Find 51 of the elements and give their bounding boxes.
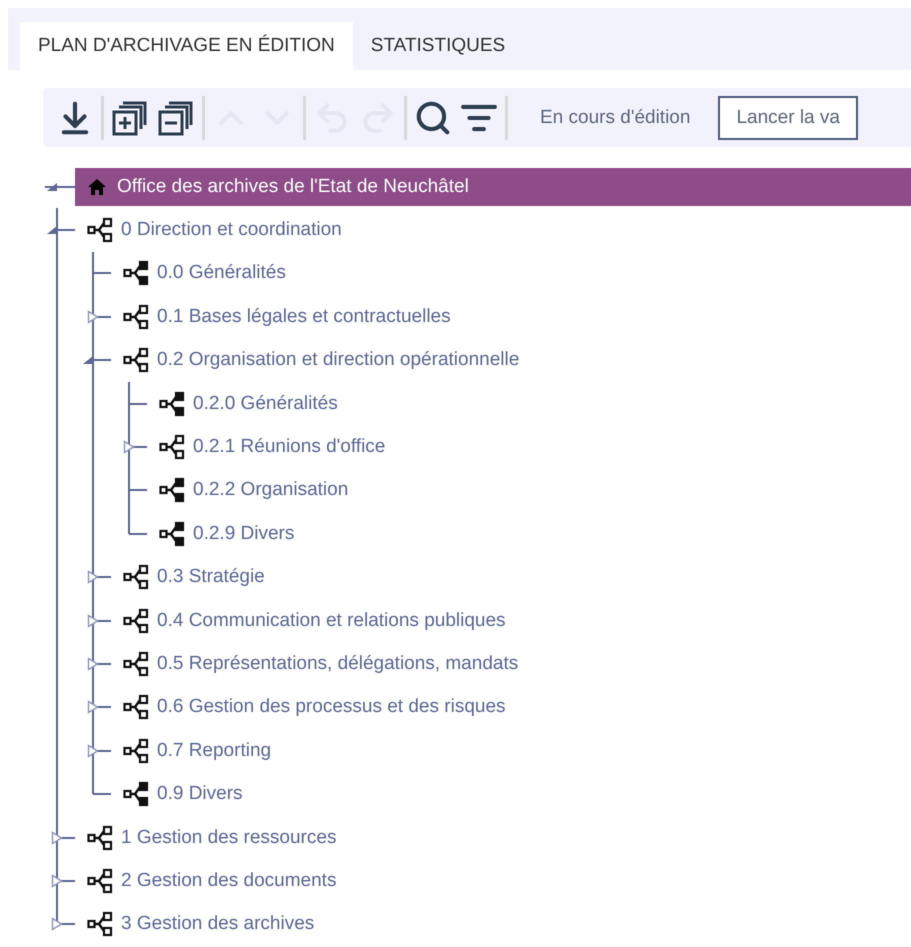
hierarchy-icon <box>123 304 149 330</box>
tree-node-label[interactable]: 0.3 Stratégie <box>157 566 265 588</box>
hierarchy-icon <box>123 694 149 720</box>
hierarchy-filled-icon <box>159 390 185 417</box>
expand-triangle-icon[interactable] <box>51 917 63 932</box>
expand-triangle-icon[interactable] <box>87 700 99 714</box>
expand-triangle-icon[interactable] <box>123 440 135 454</box>
status-label: En cours d'édition <box>540 106 690 128</box>
tab[interactable]: PLAN D'ARCHIVAGE EN ÉDITION <box>20 22 353 70</box>
hierarchy-icon <box>87 824 113 851</box>
expand-triangle-icon[interactable] <box>51 830 63 845</box>
expand-triangle-icon[interactable] <box>51 874 63 888</box>
tree-node-label[interactable]: 0.2.2 Organisation <box>193 479 348 502</box>
tree-node-label[interactable]: 0.6 Gestion des processus et des risques <box>157 696 506 718</box>
hierarchy-filled-icon <box>123 260 149 286</box>
tree-node-label[interactable]: 0.9 Divers <box>157 783 243 806</box>
hierarchy-icon <box>123 608 149 634</box>
tree-node-label[interactable]: 1 Gestion des ressources <box>121 826 336 849</box>
tree-node-label[interactable]: 2 Gestion des documents <box>121 870 336 892</box>
tree-node-label[interactable]: 0.2.1 Réunions d'office <box>193 436 386 458</box>
home-icon <box>87 176 107 197</box>
hierarchy-icon <box>123 564 149 590</box>
hierarchy-filled-icon <box>159 520 185 547</box>
hierarchy-filled-icon <box>123 781 149 808</box>
tree-node-label[interactable]: 3 Gestion des archives <box>121 913 314 936</box>
tree-node-label[interactable]: 0 Direction et coordination <box>121 219 342 242</box>
tree-node-label[interactable]: 0.2.0 Généralités <box>193 392 338 415</box>
expand-triangle-icon[interactable] <box>87 570 99 584</box>
hierarchy-icon <box>87 868 113 894</box>
hierarchy-icon <box>123 347 149 374</box>
hierarchy-icon <box>87 217 113 244</box>
tree-node-label[interactable]: 0.0 Généralités <box>157 262 286 284</box>
hierarchy-icon <box>123 650 149 677</box>
expand-triangle-icon[interactable] <box>87 310 99 324</box>
hierarchy-filled-icon <box>159 477 185 504</box>
tab[interactable]: STATISTIQUES <box>352 22 524 70</box>
tree-root-row[interactable]: Office des archives de l'Etat de Neuchâtel <box>75 168 911 206</box>
expand-triangle-icon[interactable] <box>87 744 99 758</box>
tree-node-label[interactable]: 0.5 Représentations, délégations, mandats <box>157 652 518 675</box>
hierarchy-icon <box>87 911 113 938</box>
tree-node-label[interactable]: 0.4 Communication et relations publiques <box>157 610 506 632</box>
hierarchy-icon <box>123 738 149 764</box>
tree-node-label[interactable]: 0.2.9 Divers <box>193 522 294 545</box>
tree-node-label[interactable]: Office des archives de l'Etat de Neuchâtel <box>117 176 469 198</box>
tree-node-label[interactable]: 0.1 Bases légales et contractuelles <box>157 306 451 328</box>
hierarchy-icon <box>159 434 185 460</box>
tree-node-label[interactable]: 0.7 Reporting <box>157 740 272 762</box>
tree-node-label[interactable]: 0.2 Organisation et direction opérationnelle <box>157 349 520 372</box>
expand-triangle-icon[interactable] <box>87 614 99 628</box>
expand-triangle-icon[interactable] <box>87 656 99 671</box>
launch-button[interactable]: Lancer la va <box>718 96 858 140</box>
